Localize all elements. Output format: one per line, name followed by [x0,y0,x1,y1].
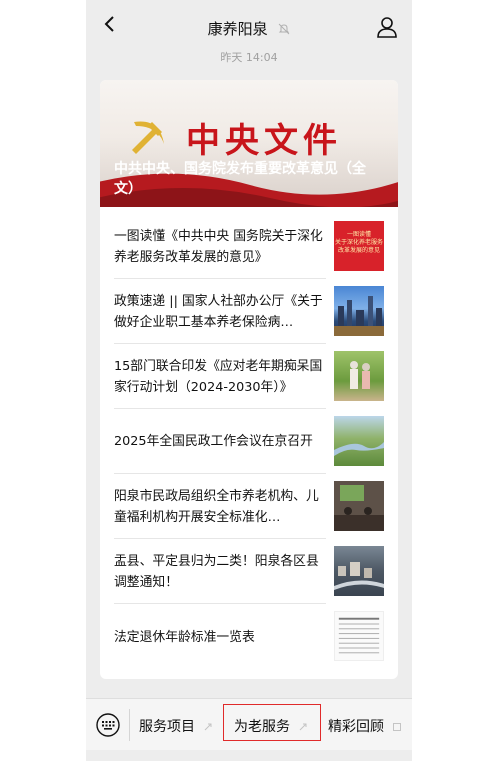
top-nav: 康养阳泉 [86,0,412,48]
article-title: 15部门联合印发《应对老年期痴呆国家行动计划（2024-2030年）》 [114,359,323,395]
table-document-image [338,617,380,654]
article-thumbnail: 一图读懂 关于深化养老服务 改革发展的意见 [334,221,384,271]
submenu-icon [205,723,212,731]
article-title: 2025年全国民政工作会议在京召开 [114,434,313,449]
bottom-safe-area [86,750,412,761]
article-thumbnail [334,351,384,401]
menu-item-service-projects[interactable]: 服务项目 [139,716,213,736]
user-icon[interactable] [376,16,398,38]
river-landscape-image [334,442,384,456]
hammer-sickle-icon [132,121,164,154]
article-thumbnail [334,546,384,596]
thumb-caption: 一图读懂 关于深化养老服务 改革发展的意见 [334,231,383,254]
article-title: 一图读懂《中共中央 国务院关于深化养老服务改革发展的意见》 [114,229,323,265]
list-item[interactable]: 15部门联合印发《应对老年期痴呆国家行动计划（2024-2030年）》 [114,344,384,409]
article-thumbnail [334,286,384,336]
article-title: 阳泉市民政局组织全市养老机构、儿童福利机构开展安全标准化… [114,489,319,525]
keyboard-icon[interactable] [96,713,120,737]
article-title: 政策速递 || 国家人社部办公厅《关于做好企业职工基本养老保险病… [114,294,323,330]
list-item[interactable]: 盂县、平定县归为二类！阳泉各区县调整通知！ [114,539,384,604]
selected-menu-highlight [223,704,321,741]
meeting-room-image [334,485,384,531]
article-title: 法定退休年龄标准一览表 [114,630,255,645]
article-card[interactable]: 中央文件 中共中央、国务院发布重要改革意见（全文） 一图读懂《中共中央 国务院关… [100,80,398,679]
page-title-wrap: 康养阳泉 [86,18,412,39]
list-item[interactable]: 一图读懂《中共中央 国务院关于深化养老服务改革发展的意见》 一图读懂 关于深化养… [114,214,384,279]
article-thumbnail [334,481,384,531]
list-item[interactable]: 2025年全国民政工作会议在京召开 [114,409,384,474]
menu-label: 服务项目 [139,719,195,735]
article-thumbnail [334,416,384,466]
banner-title: 中央文件 [186,121,342,161]
city-aerial-image [334,562,384,590]
submenu-icon [393,723,402,731]
menu-label: 精彩回顾 [328,719,384,735]
city-skyline-image [334,296,384,336]
divider [129,709,130,741]
hero-article[interactable]: 中央文件 中共中央、国务院发布重要改革意见（全文） [100,80,398,207]
bottom-menu-bar: 服务项目 为老服务 精彩回顾 [86,698,412,751]
article-title: 盂县、平定县归为二类！阳泉各区县调整通知！ [114,554,319,590]
elderly-couple-image [350,361,370,389]
message-timestamp: 昨天 14:04 [220,51,278,64]
list-item[interactable]: 阳泉市民政局组织全市养老机构、儿童福利机构开展安全标准化… [114,474,384,539]
article-thumbnail [334,611,384,661]
mute-bell-icon [279,23,290,35]
menu-item-highlights-review[interactable]: 精彩回顾 [328,716,402,736]
hero-headline: 中共中央、国务院发布重要改革意见（全文） [114,161,366,197]
page-title: 康养阳泉 [207,20,268,38]
phone-screen: 康养阳泉 昨天 14:04 中央文件 中共中央、国务院发布重要改革意见（全文） [86,0,412,761]
list-item[interactable]: 法定退休年龄标准一览表 [114,604,384,669]
list-item[interactable]: 政策速递 || 国家人社部办公厅《关于做好企业职工基本养老保险病… [114,279,384,344]
